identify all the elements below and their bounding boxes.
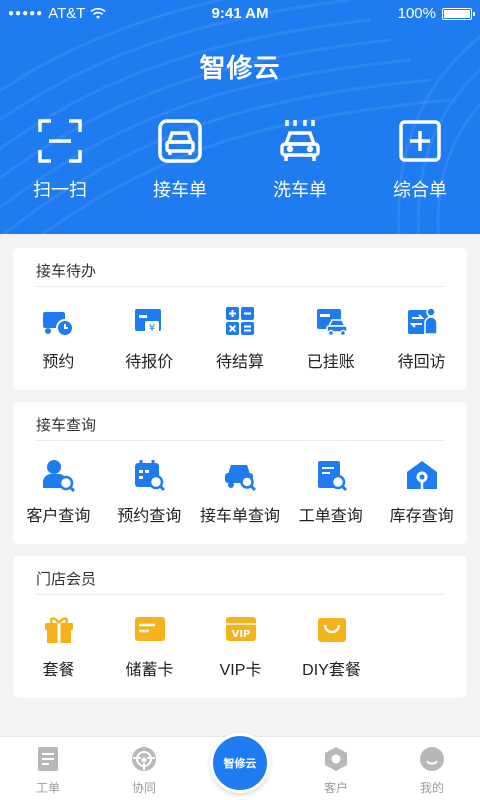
savings-card-label: 储蓄卡 — [125, 662, 174, 679]
quote-card-icon: ¥ — [135, 309, 162, 334]
divider — [36, 594, 444, 595]
truck-clock-icon — [43, 312, 75, 337]
pending-revisit-button[interactable]: 待回访 — [376, 304, 467, 372]
inventory-query-label: 库存查询 — [389, 508, 454, 525]
pending-revisit-label: 待回访 — [397, 354, 446, 371]
steering-wheel-icon — [132, 747, 156, 771]
battery-icon — [442, 7, 475, 20]
hexagon-nut-icon — [325, 747, 347, 771]
scan-label: 扫一扫 — [33, 180, 87, 200]
tab-work-order-label: 工单 — [35, 781, 60, 795]
vip-card-button[interactable]: VIP VIP卡 — [195, 612, 286, 680]
package-button[interactable]: 套餐 — [13, 612, 104, 680]
on-account-button[interactable]: 已挂账 — [285, 304, 376, 372]
tab-customer-label: 客户 — [323, 781, 348, 795]
status-bar: ●●●●● AT&T 9:41 AM 100% — [0, 0, 480, 28]
query-card: 接车查询 客户查询 预约查询 接车单查询 工单查询 库存查询 — [13, 402, 467, 544]
member-card: 门店会员 套餐 储蓄卡 VIP VIP卡 DIY套餐 — [13, 556, 467, 698]
car-wash-icon — [280, 120, 320, 161]
diy-package-button[interactable]: DIY套餐 — [286, 612, 377, 680]
work-order-query-button[interactable]: 工单查询 — [285, 458, 376, 526]
tab-mine[interactable]: 我的 — [384, 737, 480, 800]
calculator-icon — [225, 307, 254, 335]
inventory-query-button[interactable]: 库存查询 — [376, 458, 467, 526]
pending-settlement-button[interactable]: 待结算 — [195, 304, 286, 372]
pickup-order-button[interactable]: 接车单 — [120, 118, 240, 202]
combined-order-button[interactable]: 综合单 — [360, 118, 480, 202]
header-banner: ●●●●● AT&T 9:41 AM 100% 智修云 扫一扫 接车单 洗车单 … — [0, 0, 480, 234]
battery-percent: 100% — [397, 5, 436, 22]
pickup-order-query-label: 接车单查询 — [199, 508, 280, 525]
car-front-icon — [158, 119, 202, 163]
document-icon — [38, 747, 58, 771]
customer-query-label: 客户查询 — [26, 508, 91, 525]
combined-order-label: 综合单 — [393, 180, 447, 200]
query-title: 接车查询 — [36, 417, 97, 434]
diy-bag-icon — [317, 618, 346, 642]
divider — [36, 286, 444, 287]
pickup-order-query-button[interactable]: 接车单查询 — [195, 458, 286, 526]
vip-badge-text: VIP — [231, 629, 250, 640]
pending-card: 接车待办 预约 ¥ 待报价 待结算 已挂账 待回访 — [13, 248, 467, 390]
smile-face-icon — [420, 747, 444, 771]
tab-customer[interactable]: 客户 — [288, 737, 384, 800]
member-title: 门店会员 — [36, 571, 97, 588]
pending-quote-label: 待报价 — [125, 354, 174, 371]
bottom-tab-bar: 工单 协同 智修云 客户 我的 — [0, 733, 480, 800]
gift-icon — [44, 617, 73, 643]
tab-collaboration-label: 协同 — [131, 781, 156, 795]
vip-card-icon: VIP — [225, 617, 256, 641]
vip-card-label: VIP卡 — [219, 662, 262, 679]
tab-work-order[interactable]: 工单 — [0, 737, 96, 800]
add-box-icon — [399, 120, 441, 162]
warehouse-search-icon — [406, 461, 437, 489]
appointment-label: 预约 — [42, 354, 75, 371]
svg-text:¥: ¥ — [149, 323, 155, 334]
document-search-icon — [317, 461, 347, 492]
savings-card-icon — [134, 617, 165, 641]
quick-actions: 扫一扫 接车单 洗车单 综合单 — [0, 118, 480, 202]
revisit-person-icon — [407, 307, 438, 335]
tab-home-logo[interactable]: 智修云 — [192, 733, 288, 800]
card-car-icon — [316, 309, 348, 337]
scan-icon — [38, 119, 82, 163]
center-logo-text: 智修云 — [223, 758, 257, 770]
on-account-label: 已挂账 — [306, 354, 355, 371]
divider — [36, 440, 444, 441]
car-wash-button[interactable]: 洗车单 — [240, 118, 360, 202]
customer-query-button[interactable]: 客户查询 — [13, 458, 104, 526]
scan-button[interactable]: 扫一扫 — [0, 118, 120, 202]
customer-search-icon — [43, 460, 76, 492]
pending-settlement-label: 待结算 — [215, 354, 264, 371]
car-search-icon — [224, 465, 257, 492]
calendar-search-icon — [135, 460, 166, 492]
appointment-button[interactable]: 预约 — [13, 304, 104, 372]
tab-collaboration[interactable]: 协同 — [96, 737, 192, 800]
diy-package-label: DIY套餐 — [302, 662, 361, 679]
tab-mine-label: 我的 — [419, 781, 444, 795]
car-wash-label: 洗车单 — [273, 180, 327, 200]
app-title: 智修云 — [199, 53, 281, 83]
pending-title: 接车待办 — [36, 263, 97, 280]
appointment-query-button[interactable]: 预约查询 — [104, 458, 195, 526]
pickup-order-label: 接车单 — [153, 180, 207, 200]
package-label: 套餐 — [42, 662, 75, 679]
appointment-query-label: 预约查询 — [117, 508, 182, 525]
savings-card-button[interactable]: 储蓄卡 — [104, 612, 195, 680]
pending-quote-button[interactable]: ¥ 待报价 — [104, 304, 195, 372]
work-order-query-label: 工单查询 — [298, 508, 363, 525]
logo-icon[interactable]: 智修云 — [210, 733, 270, 793]
